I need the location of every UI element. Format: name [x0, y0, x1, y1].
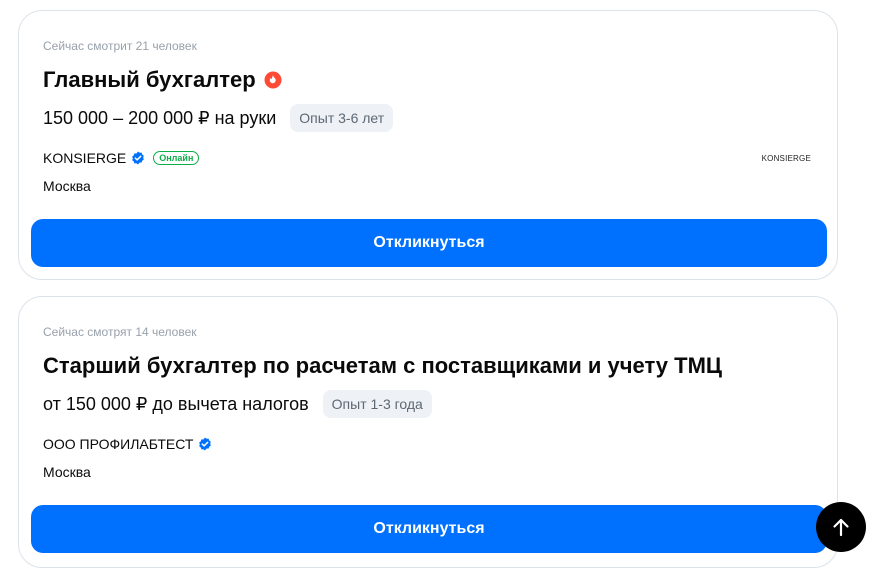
- online-badge: Онлайн: [153, 151, 200, 165]
- vacancy-card[interactable]: Сейчас смотрят 14 человек Старший бухгал…: [18, 296, 838, 568]
- salary-row: 150 000 – 200 000 ₽ на руки Опыт 3-6 лет: [43, 104, 394, 132]
- vacancy-title-row[interactable]: Главный бухгалтер: [43, 67, 282, 93]
- viewers-count: Сейчас смотрит 21 человек: [43, 39, 197, 53]
- experience-tag: Опыт 3-6 лет: [290, 104, 394, 132]
- city: Москва: [43, 464, 91, 480]
- scroll-top-button[interactable]: [816, 502, 866, 552]
- salary-row: от 150 000 ₽ до вычета налогов Опыт 1-3 …: [43, 390, 432, 418]
- arrow-up-icon: [830, 516, 852, 538]
- vacancy-title[interactable]: Главный бухгалтер: [43, 67, 256, 93]
- city: Москва: [43, 178, 91, 194]
- apply-button[interactable]: Откликнуться: [31, 219, 827, 267]
- verified-check-icon: [131, 151, 145, 165]
- company-name[interactable]: KONSIERGE: [43, 150, 126, 166]
- apply-button[interactable]: Откликнуться: [31, 505, 827, 553]
- company-row[interactable]: ООО ПРОФИЛАБТЕСТ: [43, 436, 212, 452]
- company-name[interactable]: ООО ПРОФИЛАБТЕСТ: [43, 436, 193, 452]
- vacancy-title-row[interactable]: Старший бухгалтер по расчетам с поставщи…: [43, 353, 722, 379]
- company-logo[interactable]: KONSIERGE: [762, 154, 811, 163]
- salary: от 150 000 ₽ до вычета налогов: [43, 393, 309, 414]
- vacancy-card[interactable]: Сейчас смотрит 21 человек Главный бухгал…: [18, 10, 838, 280]
- company-row[interactable]: KONSIERGE Онлайн: [43, 150, 200, 166]
- verified-check-icon: [198, 437, 212, 451]
- fire-icon: [264, 71, 282, 89]
- viewers-count: Сейчас смотрят 14 человек: [43, 325, 197, 339]
- experience-tag: Опыт 1-3 года: [322, 390, 432, 418]
- vacancy-title[interactable]: Старший бухгалтер по расчетам с поставщи…: [43, 353, 722, 379]
- salary: 150 000 – 200 000 ₽ на руки: [43, 107, 277, 128]
